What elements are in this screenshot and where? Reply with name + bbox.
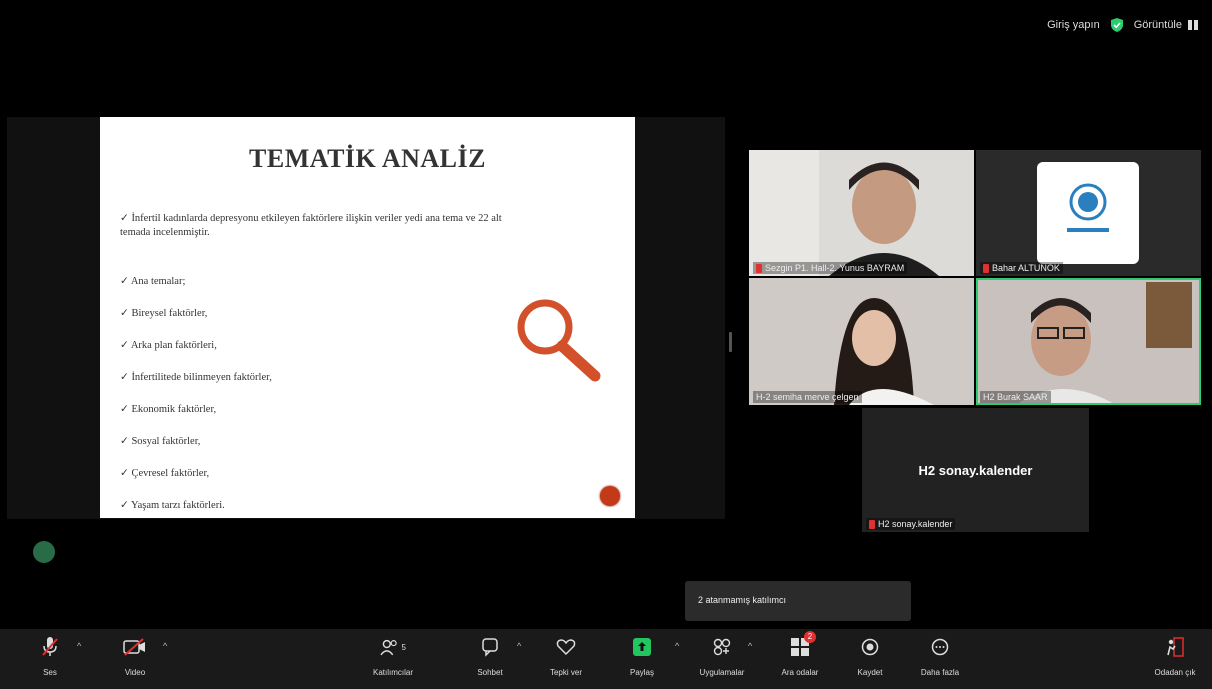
- audio-button[interactable]: Ses: [15, 635, 85, 677]
- mic-muted-icon: [983, 263, 989, 273]
- video-label: Video: [124, 668, 146, 677]
- reactions-button[interactable]: Tepki ver: [531, 635, 601, 677]
- slide-bullet: ✓ Bireysel faktörler,: [120, 308, 208, 319]
- share-button[interactable]: Paylaş: [607, 635, 677, 677]
- record-label: Kaydet: [857, 668, 883, 677]
- magnifier-icon: [517, 299, 601, 382]
- mic-muted-icon: [869, 519, 875, 529]
- meeting-toolbar: Ses ^ Video ^ 5 Katılımcılar Sohbet ^ Te…: [0, 629, 1212, 689]
- top-right-controls: Giriş yapın Görüntüle: [1047, 18, 1198, 32]
- participant-name: H2 Burak SAAR: [980, 391, 1051, 403]
- leave-label: Odadan çık: [1154, 668, 1196, 677]
- unassigned-participants-tooltip: 2 atanmamış katılımcı: [685, 581, 911, 621]
- slide-bullet: ✓ İnfertil kadınlarda depresyonu etkiley…: [120, 213, 502, 238]
- participant-video-woman: [749, 278, 974, 405]
- participant-name: Sezgin P1. Hall-2. Yunus BAYRAM: [753, 262, 908, 274]
- slide-bullets: ✓ İnfertil kadınlarda depresyonu etkiley…: [120, 212, 510, 518]
- chat-button[interactable]: Sohbet: [455, 635, 525, 677]
- slide-bullet: ✓ Yaşam tarzı faktörleri.: [120, 500, 225, 511]
- audio-options-caret[interactable]: ^: [77, 641, 81, 651]
- mic-muted-icon: [756, 263, 762, 273]
- video-off-icon: [123, 638, 145, 656]
- leave-button[interactable]: Odadan çık: [1140, 635, 1210, 677]
- slide-record-dot: [600, 486, 620, 506]
- share-label: Paylaş: [629, 668, 654, 677]
- participant-tile[interactable]: H2 sonay.kalender H2 sonay.kalender: [862, 408, 1089, 532]
- participant-name: Bahar ALTUNOK: [980, 262, 1063, 274]
- slide-bullet: ✓ Çevresel faktörler,: [120, 468, 210, 479]
- top-bar: Giriş yapın Görüntüle: [0, 0, 1212, 46]
- apps-icon: [713, 638, 731, 656]
- breakout-rooms-button[interactable]: 2 Ara odalar: [765, 631, 835, 677]
- view-button[interactable]: Görüntüle: [1134, 19, 1198, 31]
- signin-link[interactable]: Giriş yapın: [1047, 19, 1100, 31]
- chat-options-caret[interactable]: ^: [517, 641, 521, 651]
- reactions-label: Tepki ver: [549, 668, 582, 677]
- view-label: Görüntüle: [1133, 19, 1182, 31]
- participant-tile-active-speaker[interactable]: H2 Burak SAAR: [976, 278, 1201, 405]
- university-logo-icon: [1067, 183, 1109, 232]
- participant-name: H-2 semiha merve çelgen: [753, 391, 862, 403]
- participants-button[interactable]: 5 Katılımcılar: [358, 635, 428, 677]
- participant-tile[interactable]: Sezgin P1. Hall-2. Yunus BAYRAM: [749, 150, 974, 276]
- breakout-badge: 2: [804, 631, 816, 643]
- share-screen-icon: [633, 638, 651, 656]
- self-avatar-icon[interactable]: [33, 541, 55, 563]
- participants-icon: [380, 639, 397, 656]
- presentation-slide: TEMATİK ANALİZ ✓ İnfertil kadınlarda dep…: [100, 117, 635, 518]
- chat-label: Sohbet: [477, 668, 503, 677]
- share-options-caret[interactable]: ^: [675, 641, 679, 651]
- leave-room-icon: [1167, 637, 1184, 657]
- slide-bullet: ✓ Ana temalar;: [120, 276, 186, 287]
- apps-button[interactable]: Uygulamalar: [687, 635, 757, 677]
- participant-avatar-logo: [1037, 162, 1139, 264]
- participant-tile[interactable]: H-2 semiha merve çelgen: [749, 278, 974, 405]
- more-label: Daha fazla: [920, 668, 960, 677]
- participant-video-man: [749, 150, 974, 276]
- heart-icon: [556, 639, 576, 656]
- participants-label: Katılımcılar: [372, 668, 413, 677]
- record-icon: [861, 638, 879, 656]
- apps-options-caret[interactable]: ^: [748, 641, 752, 651]
- participant-tile[interactable]: Bahar ALTUNOK: [976, 150, 1201, 276]
- record-button[interactable]: Kaydet: [835, 635, 905, 677]
- chat-icon: [482, 638, 498, 657]
- participant-video-man-glasses: [976, 278, 1201, 405]
- slide-bullet: ✓ Arka plan faktörleri,: [120, 340, 217, 351]
- more-button[interactable]: Daha fazla: [905, 635, 975, 677]
- video-button[interactable]: Video: [100, 635, 170, 677]
- participant-name: H2 sonay.kalender: [866, 518, 956, 530]
- panel-resize-handle[interactable]: [729, 332, 732, 352]
- video-options-caret[interactable]: ^: [163, 641, 167, 651]
- slide-bullet: ✓ Sosyal faktörler,: [120, 436, 201, 447]
- audio-label: Ses: [43, 668, 57, 677]
- slide-bullet: ✓ İnfertilitede bilinmeyen faktörler,: [120, 372, 272, 383]
- slide-title: TEMATİK ANALİZ: [249, 144, 486, 173]
- participant-display-name: H2 sonay.kalender: [918, 463, 1033, 478]
- breakout-label: Ara odalar: [781, 668, 819, 677]
- mic-muted-icon: [42, 637, 58, 656]
- apps-label: Uygulamalar: [699, 668, 745, 677]
- grid-view-icon: [1188, 20, 1198, 30]
- participants-count: 5: [401, 642, 406, 652]
- slide-bullet: ✓ Ekonomik faktörler,: [120, 404, 217, 415]
- more-icon: [931, 638, 949, 656]
- security-shield-icon[interactable]: [1110, 18, 1124, 32]
